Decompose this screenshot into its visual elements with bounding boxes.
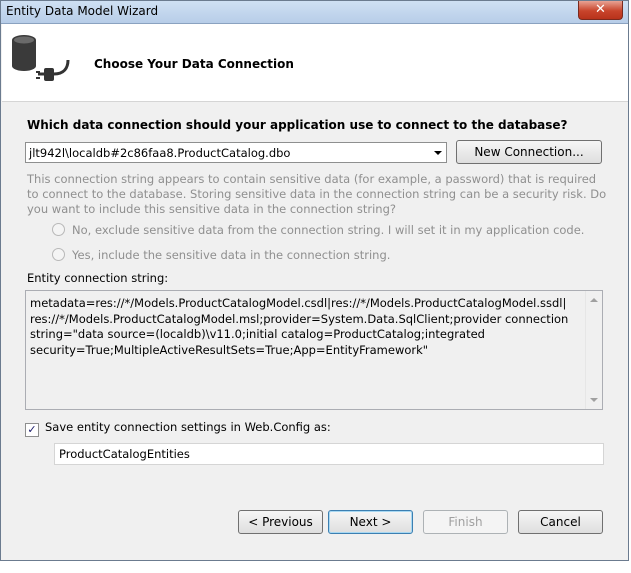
vertical-scrollbar[interactable] [585,291,602,409]
close-button[interactable]: ✕ [578,1,623,20]
entities-name-field[interactable]: ProductCatalogEntities [54,443,604,465]
radio-exclude-label: No, exclude sensitive data from the conn… [72,223,585,237]
finish-button[interactable]: Finish [423,510,508,534]
radio-include [52,248,65,261]
close-icon: ✕ [595,2,606,17]
entity-connection-string: metadata=res://*/Models.ProductCatalogMo… [30,296,569,357]
save-settings-checkbox[interactable]: ✓ [25,423,39,437]
save-settings-label: Save entity connection settings in Web.C… [45,420,331,434]
title-bar: Entity Data Model Wizard ✕ [1,1,628,24]
radio-include-label: Yes, include the sensitive data in the c… [72,248,391,262]
scroll-up-icon[interactable] [590,298,598,302]
next-button[interactable]: Next > [328,510,413,534]
database-plug-icon [12,35,70,81]
save-settings-row: ✓ Save entity connection settings in Web.… [25,420,331,437]
cancel-button[interactable]: Cancel [518,510,603,534]
entity-connection-label: Entity connection string: [27,271,169,285]
window-title: Entity Data Model Wizard [6,4,159,18]
connection-question: Which data connection should your applic… [27,118,568,132]
connection-dropdown[interactable]: jlt942l\localdb#2c86faa8.ProductCatalog.… [25,142,447,163]
sensitive-data-notice: This connection string appears to contai… [27,172,607,216]
entities-name-value: ProductCatalogEntities [59,447,190,461]
entity-connection-textbox[interactable]: metadata=res://*/Models.ProductCatalogMo… [25,290,603,410]
scroll-down-icon[interactable] [590,398,598,402]
wizard-header: Choose Your Data Connection [2,24,628,102]
page-title: Choose Your Data Connection [94,57,294,71]
radio-include-option: Yes, include the sensitive data in the c… [52,248,390,262]
chevron-down-icon[interactable] [434,151,442,155]
previous-button[interactable]: < Previous [238,510,323,534]
radio-exclude-option: No, exclude sensitive data from the conn… [52,223,584,237]
radio-exclude [52,223,65,236]
connection-dropdown-value: jlt942l\localdb#2c86faa8.ProductCatalog.… [29,146,291,160]
new-connection-button[interactable]: New Connection... [456,140,602,164]
